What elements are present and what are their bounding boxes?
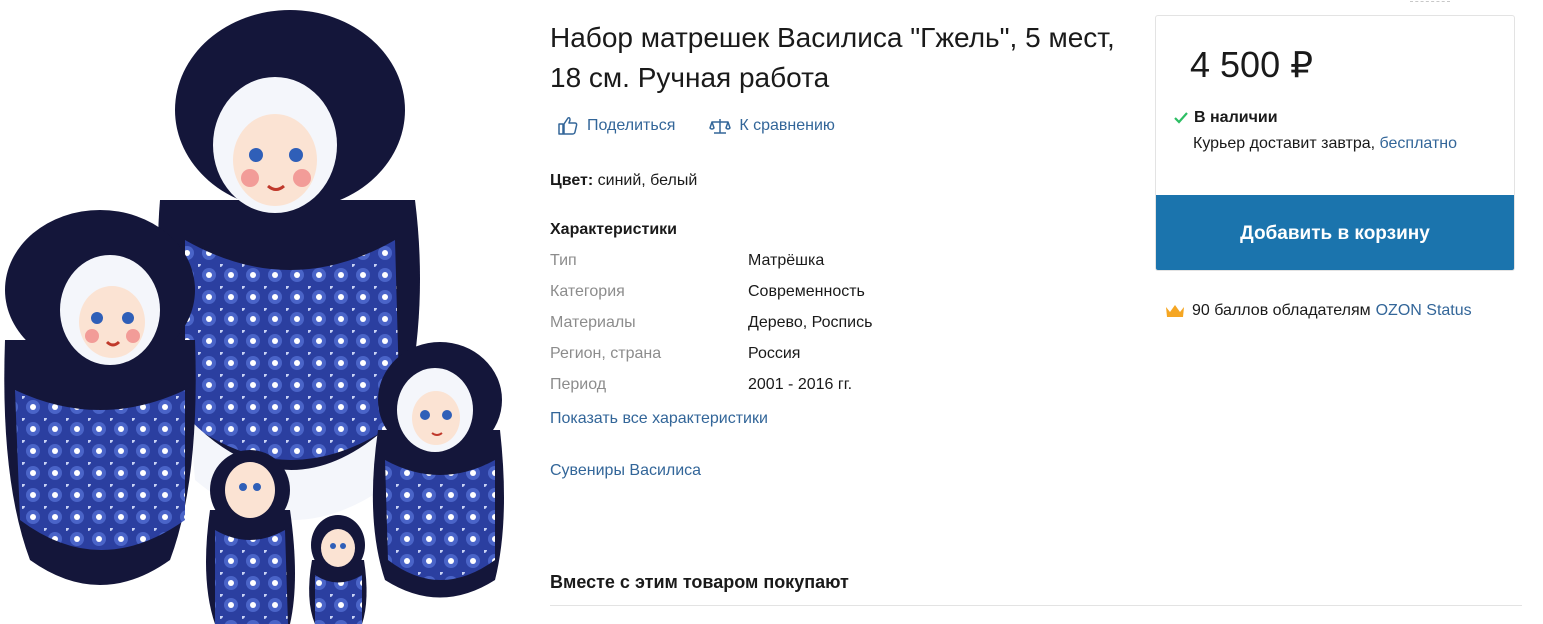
scales-icon (709, 119, 732, 134)
spec-value: Современность (748, 283, 865, 300)
color-label: Цвет: (550, 172, 594, 189)
delivery-free: бесплатно (1379, 135, 1458, 152)
buy-box: 4 500 ₽ В наличии Курьер доставит завтра… (1155, 15, 1515, 271)
product-actions: Поделиться К сравнению (557, 112, 869, 140)
spec-value: 2001 - 2016 гг. (748, 376, 853, 393)
share-button[interactable]: Поделиться (557, 116, 675, 136)
crown-icon (1166, 305, 1184, 317)
spec-row: Материалы Дерево, Роспись (550, 314, 872, 336)
spec-row: Тип Матрёшка (550, 252, 824, 274)
delivery-text: Курьер доставит завтра, (1193, 135, 1376, 152)
delivery-info: Курьер доставит завтра, бесплатно (1193, 135, 1457, 153)
color-info: Цвет: синий, белый (550, 172, 697, 190)
spec-key: Категория (550, 283, 625, 300)
matryoshka-set-image (4, 10, 504, 624)
thumbs-up-icon (558, 117, 578, 135)
product-title: Набор матрешек Василиса "Гжель", 5 мест,… (550, 22, 1115, 93)
doll-medium-left (4, 210, 196, 585)
spec-row: Регион, страна Россия (550, 345, 800, 367)
spec-value: Дерево, Роспись (748, 314, 873, 331)
spec-key: Материалы (550, 314, 636, 331)
compare-label: К сравнению (739, 117, 835, 134)
spec-row: Категория Современность (550, 283, 865, 305)
specs-title: Характеристики (550, 221, 678, 238)
divider (550, 605, 1522, 606)
doll-medium-right (372, 342, 504, 598)
brand-link[interactable]: Сувениры Василиса (550, 462, 701, 480)
points-text: 90 баллов обладателям (1192, 302, 1371, 319)
price: 4 500 ₽ (1190, 44, 1313, 85)
divider (1410, 0, 1450, 2)
stock-label: В наличии (1194, 109, 1278, 126)
color-value: синий, белый (597, 172, 698, 189)
doll-small (206, 450, 295, 624)
product-image[interactable] (0, 0, 520, 624)
spec-key: Регион, страна (550, 345, 662, 362)
doll-tiny (309, 515, 367, 624)
share-label: Поделиться (587, 117, 676, 134)
spec-key: Период (550, 376, 607, 393)
compare-button[interactable]: К сравнению (709, 116, 835, 136)
spec-value: Матрёшка (748, 252, 825, 269)
ozon-status-link[interactable]: OZON Status (1376, 302, 1472, 320)
spec-value: Россия (748, 345, 801, 362)
checkmark-icon (1174, 112, 1188, 124)
spec-row: Период 2001 - 2016 гг. (550, 376, 852, 398)
show-all-specs-link[interactable]: Показать все характеристики (550, 410, 768, 428)
spec-key: Тип (550, 252, 577, 269)
bought-together-title: Вместе с этим товаром покупают (550, 572, 849, 592)
add-to-cart-button[interactable]: Добавить в корзину (1156, 195, 1514, 270)
stock-status: В наличии (1174, 109, 1278, 127)
ozon-points: 90 баллов обладателям OZON Status (1165, 302, 1472, 320)
